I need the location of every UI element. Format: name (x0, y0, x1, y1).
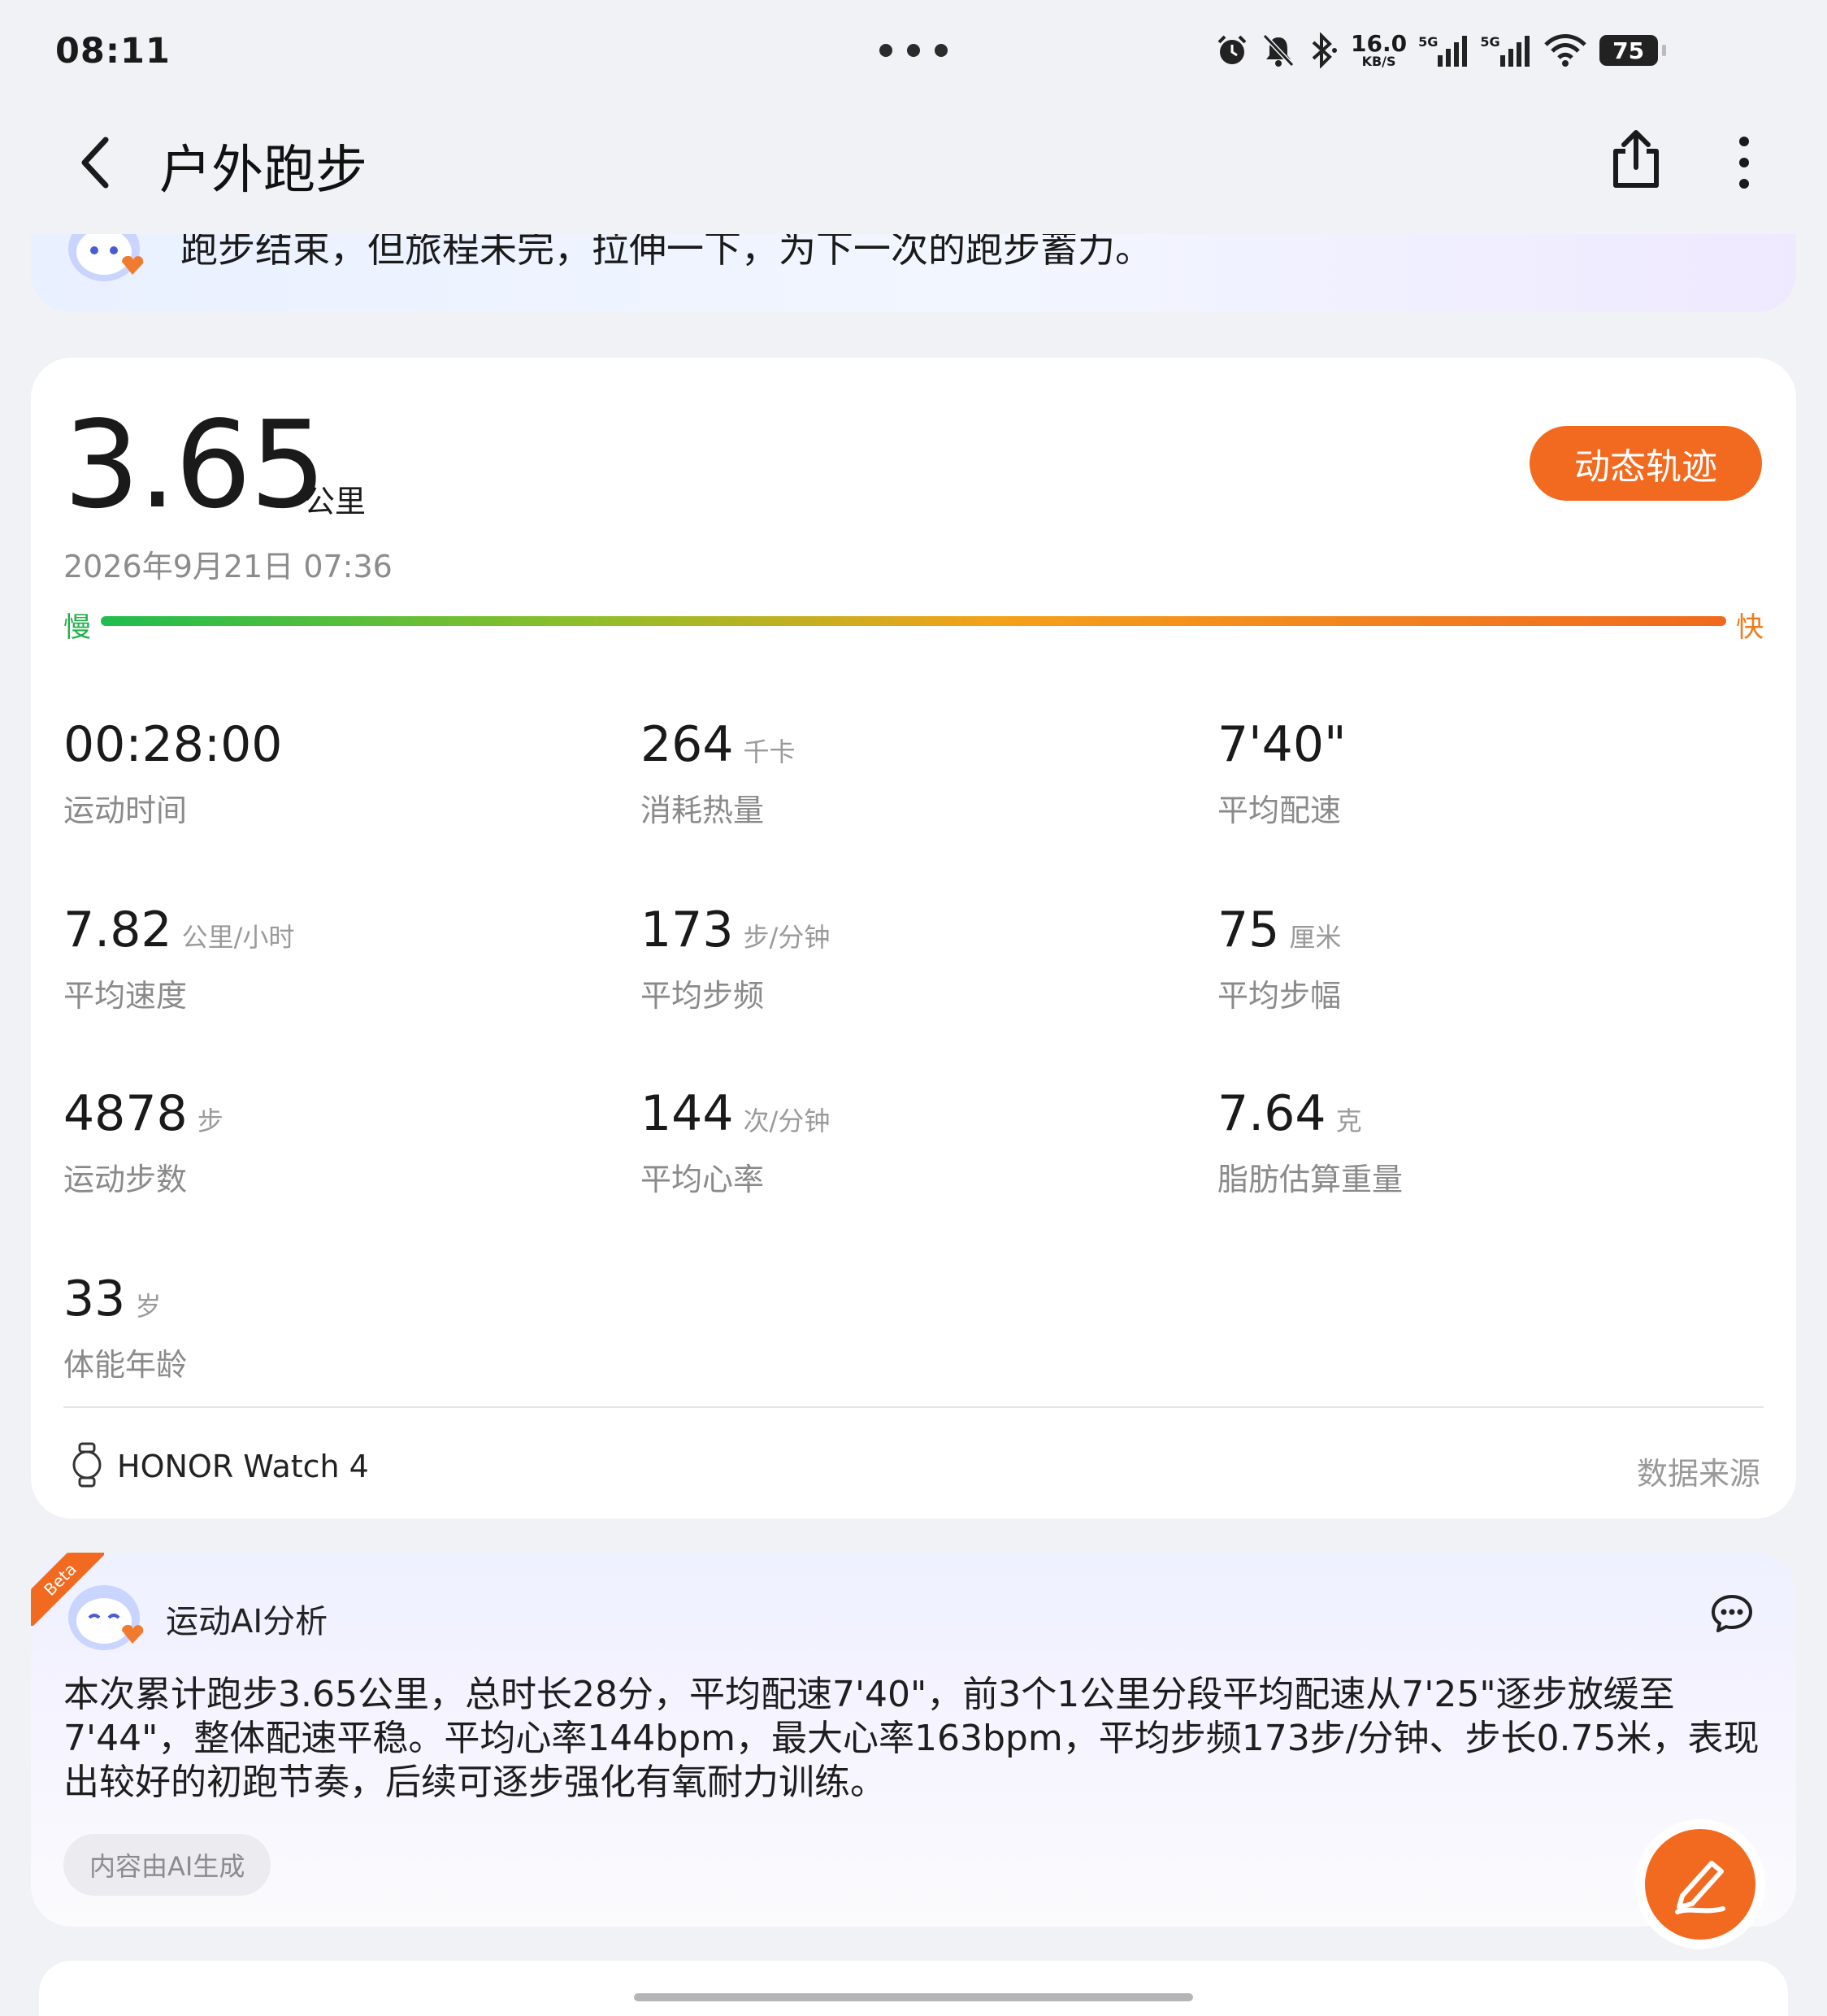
chat-icon[interactable] (1710, 1593, 1754, 1634)
device-name: HONOR Watch 4 (117, 1449, 369, 1484)
edit-fab-button[interactable] (1645, 1829, 1755, 1940)
workout-datetime: 2026年9月21日 07:36 (63, 549, 393, 584)
back-icon[interactable] (75, 130, 115, 195)
metric-avg-cadence: 173 步/分钟 平均步频 (640, 902, 831, 1014)
pace-slow-label: 慢 (63, 611, 91, 644)
page-title: 户外跑步 (159, 141, 367, 201)
signal-icon (1499, 36, 1530, 67)
edit-icon (1675, 1861, 1725, 1914)
metric-avg-pace: 7'40" 平均配速 (1217, 716, 1347, 828)
metric-calories: 264 千卡 消耗热量 (640, 716, 796, 828)
metric-avg-stride: 75 厘米 平均步幅 (1217, 902, 1342, 1014)
metric-fat-burned: 7.64 克 脂肪估算重量 (1217, 1085, 1404, 1197)
home-indicator[interactable] (634, 1993, 1193, 2001)
dynamic-track-button[interactable]: 动态轨迹 (1530, 426, 1762, 501)
more-icon[interactable] (1733, 133, 1755, 192)
ai-analysis-text: 本次累计跑步3.65公里，总时长28分，平均配速7'40"，前3个1公里分段平均… (63, 1674, 1760, 1803)
ai-analysis-title: 运动AI分析 (166, 1603, 328, 1640)
signal-icon (1438, 36, 1468, 67)
signal-sim1: 5G (1418, 34, 1469, 67)
battery-icon: 75 (1599, 35, 1666, 66)
metric-avg-speed: 7.82 公里/小时 平均速度 (63, 902, 295, 1014)
status-icons: 16.0 KB/S 5G 5G 75 (1214, 29, 1666, 72)
distance-value: 3.65 (63, 395, 327, 535)
metric-avg-heart-rate: 144 次/分钟 平均心率 (640, 1085, 831, 1197)
banner-text: 跑步结束，但旅程未完，拉伸一下，为下一次的跑步蓄力。 (180, 227, 1152, 271)
mute-icon (1262, 33, 1295, 67)
status-time: 08:11 (55, 31, 171, 72)
data-source-link[interactable]: 数据来源 (1637, 1449, 1760, 1493)
distance-unit: 公里 (304, 484, 367, 519)
metric-fitness-age: 33 岁 体能年龄 (63, 1271, 188, 1383)
net-speed: 16.0 KB/S (1351, 30, 1408, 69)
ai-assistant-avatar-icon (63, 208, 153, 289)
multitask-dots[interactable] (879, 44, 948, 57)
ai-assistant-avatar-icon (68, 1585, 144, 1650)
divider (63, 1406, 1764, 1408)
watch-icon (72, 1442, 102, 1488)
next-card (39, 1961, 1788, 2016)
pace-fast-label: 快 (1736, 611, 1764, 644)
pace-gradient-bar (101, 616, 1726, 626)
metric-steps: 4878 步 运动步数 (63, 1085, 223, 1197)
bluetooth-icon (1312, 33, 1337, 68)
share-icon[interactable] (1609, 128, 1663, 190)
signal-sim2: 5G (1480, 34, 1530, 67)
wifi-icon (1543, 34, 1586, 67)
ai-generated-tag: 内容由AI生成 (63, 1834, 271, 1896)
metric-duration: 00:28:00 运动时间 (63, 716, 283, 828)
alarm-icon (1217, 35, 1247, 64)
